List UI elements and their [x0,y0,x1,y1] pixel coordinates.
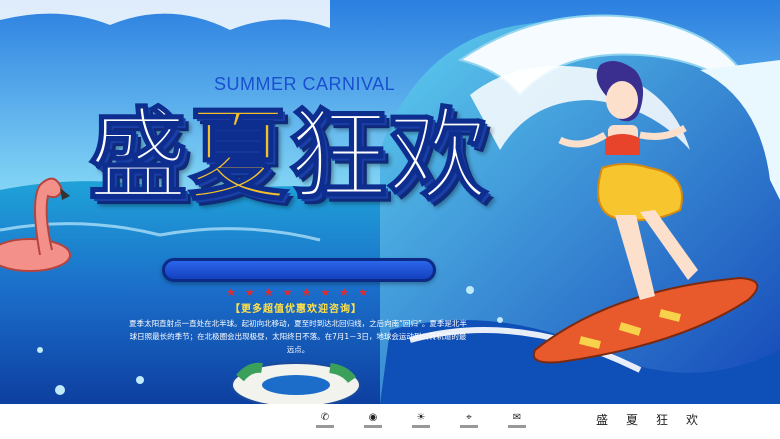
description: 夏季太阳直射点一直处在北半球。起初向北移动，夏至时到达北回归线，之后向南“回归”… [129,319,467,354]
swim-ring-icon [231,362,361,404]
star-icon: ★ [226,286,236,299]
star-icon: ★ [320,286,331,299]
title-char-2: 夏 [187,96,289,215]
brand-char-1: 盛 [596,413,609,427]
sun-icon: ☀ [410,412,432,428]
brand-char-3: 狂 [656,413,669,427]
footer-brand: 盛 夏 狂 欢 [596,411,698,428]
mail-icon: ✉ [506,412,528,428]
footer-icons: ✆ ◉ ☀ ⌖ ✉ [314,412,528,428]
wifi-icon: ◉ [362,412,384,428]
banner-bar [162,258,436,282]
brand-char-4: 欢 [686,413,699,427]
subtitle: SUMMER CARNIVAL [214,74,396,94]
phone-icon: ✆ [314,412,336,428]
decorative-stars: ★ ★ ★ ★ ★ ★ ★ ★ [226,286,368,299]
title-char-3: 狂 [287,96,389,215]
promo-text: 【更多超值优惠欢迎咨询】 [230,304,362,315]
title-char-4: 欢 [387,96,489,215]
title-char-1: 盛 [87,96,189,215]
star-icon: ★ [339,286,350,299]
star-icon: ★ [301,286,312,299]
star-icon: ★ [244,286,255,299]
location-icon: ⌖ [458,412,480,428]
brand-char-2: 夏 [626,413,639,427]
star-icon: ★ [263,286,274,299]
page-title: 盛 夏 狂 欢 [87,96,489,216]
star-icon: ★ [282,286,293,299]
star-icon: ★ [358,286,368,299]
poster: SUMMER CARNIVAL 盛 夏 狂 欢 ★ ★ ★ ★ ★ ★ ★ ★ … [0,0,780,439]
